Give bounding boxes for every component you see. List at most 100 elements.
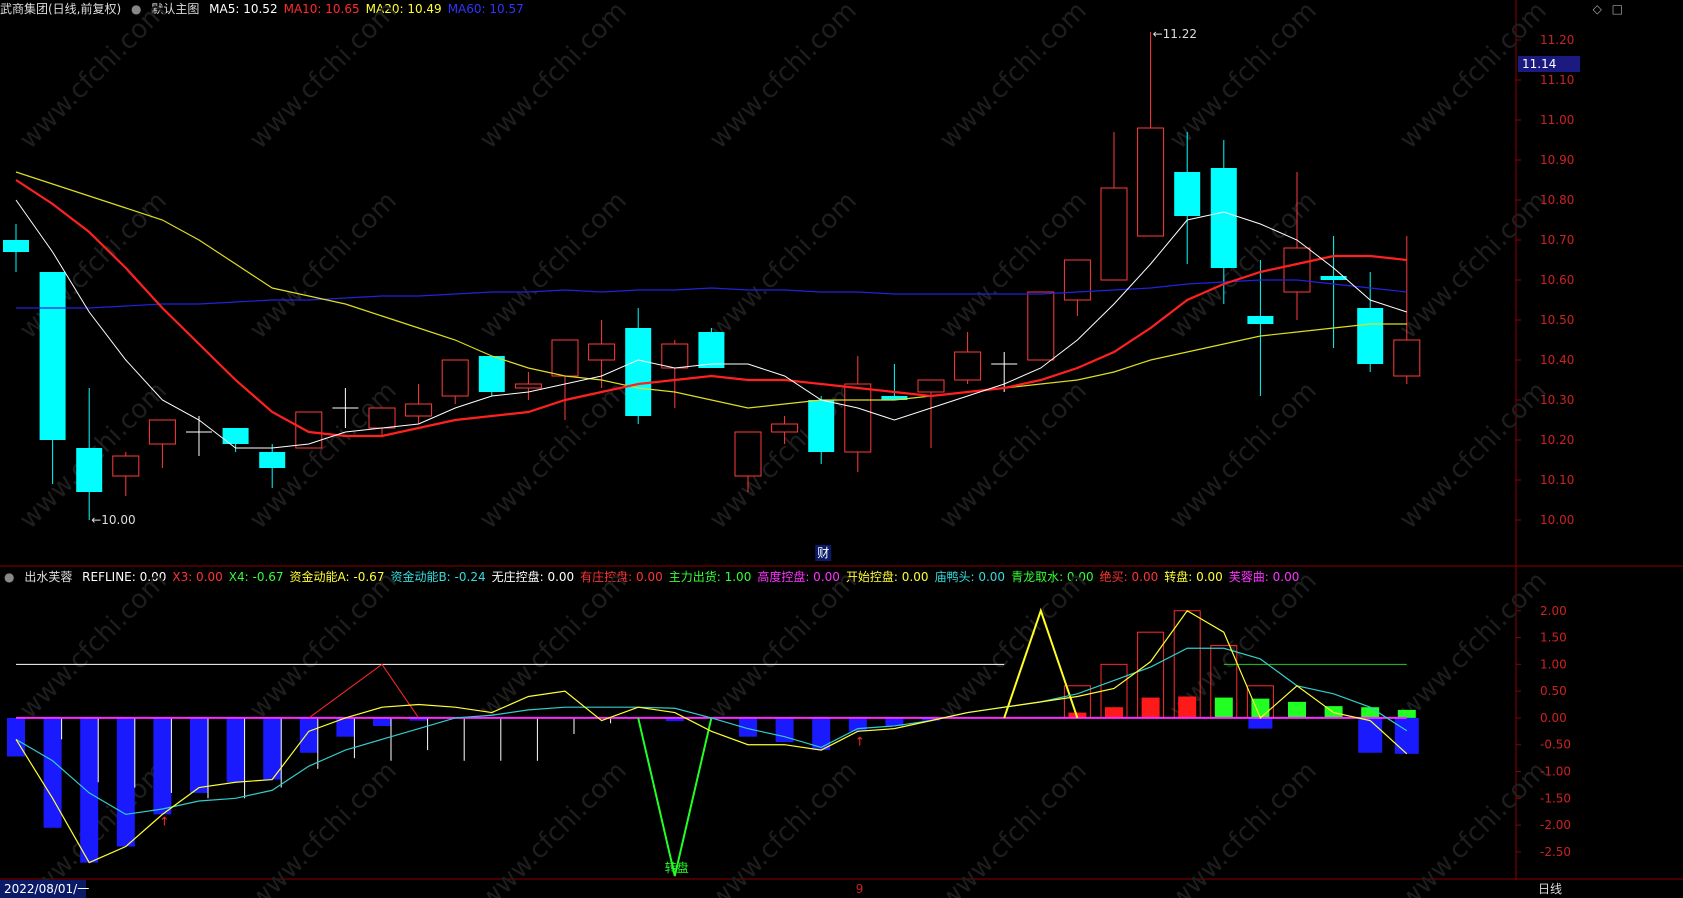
candle-body: [39, 272, 66, 440]
candle-body: [1063, 259, 1091, 301]
candle-body: [368, 407, 396, 429]
watermark-text: www.cfchi.com: [14, 566, 173, 725]
indicator-bar: [1361, 707, 1380, 718]
candle-body: [295, 411, 323, 449]
indicator-tick-label: -1.50: [1540, 791, 1571, 805]
indicator-bar: [1248, 717, 1273, 729]
indicator-bar: [7, 717, 25, 757]
candle-body: [148, 419, 176, 445]
candle-body: [844, 383, 872, 453]
watermark-text: www.cfchi.com: [1394, 756, 1553, 898]
price-tick-label: 10.30: [1540, 393, 1574, 407]
indicator-bar: [1141, 697, 1160, 718]
candle-body: [771, 423, 799, 433]
candle-body: [551, 339, 579, 377]
indicator-tick-label: 0.50: [1540, 684, 1567, 698]
candle-body: [514, 383, 542, 389]
indicator-bar: [43, 717, 62, 828]
watermark-text: www.cfchi.com: [244, 186, 403, 345]
candle-body: [112, 455, 140, 477]
watermark-text: www.cfchi.com: [704, 756, 863, 898]
indicator-bar: [116, 717, 135, 847]
indicator-tick-label: 0.00: [1540, 711, 1567, 725]
watermark-text: www.cfchi.com: [1394, 0, 1553, 155]
indicator-bar: [190, 717, 208, 793]
watermark-text: www.cfchi.com: [1164, 756, 1323, 898]
watermark-text: www.cfchi.com: [474, 756, 633, 898]
buy-arrow: ↑: [855, 734, 865, 748]
low-annotation: ←10.00: [91, 513, 135, 527]
indicator-bar: [1358, 717, 1383, 753]
indicator-bar: [1251, 698, 1270, 718]
watermark-text: www.cfchi.com: [474, 566, 633, 725]
price-tick-label: 10.50: [1540, 313, 1574, 327]
indicator-bar: [373, 717, 391, 726]
buy-arrow: ↑: [159, 815, 169, 829]
footer-mid-label: 9: [856, 882, 864, 896]
candle-body: [625, 328, 652, 416]
indicator-tick-label: 1.00: [1540, 657, 1567, 671]
price-tick-label: 10.60: [1540, 273, 1574, 287]
green-spike: [637, 717, 713, 877]
watermark-text: www.cfchi.com: [14, 0, 173, 155]
candle-body: [1247, 316, 1274, 324]
fin-tag: 财: [817, 546, 829, 560]
watermark-text: www.cfchi.com: [934, 0, 1093, 155]
watermark-text: www.cfchi.com: [474, 186, 633, 345]
candle-body: [405, 403, 433, 417]
indicator-bar: [1178, 696, 1197, 718]
indicator-bar: [1397, 709, 1416, 718]
price-tick-label: 10.10: [1540, 473, 1574, 487]
indicator-bar: [299, 717, 318, 753]
candle-body: [1393, 339, 1421, 377]
current-price-label: 11.14: [1522, 57, 1556, 71]
high-annotation: ←11.22: [1153, 27, 1197, 41]
candle-body: [3, 240, 29, 252]
candle-body: [1283, 247, 1311, 293]
watermark-text: www.cfchi.com: [704, 0, 863, 155]
indicator-tick-label: -2.00: [1540, 818, 1571, 832]
watermark-text: www.cfchi.com: [1164, 0, 1323, 155]
stock-chart[interactable]: www.cfchi.com www.cfchi.com www.cfchi.com w…: [0, 0, 1683, 898]
candle-body: [259, 452, 286, 468]
red-spike: [308, 663, 420, 719]
price-tick-label: 11.10: [1540, 73, 1574, 87]
indicator-bar: [153, 717, 172, 815]
date-label: 2022/08/01/一: [4, 882, 89, 896]
watermark-text: www.cfchi.com: [244, 0, 403, 155]
candle-body: [478, 356, 505, 392]
candle-body: [698, 332, 725, 368]
candle-body: [808, 400, 835, 452]
indicator-tick-label: 2.00: [1540, 604, 1567, 618]
price-tick-label: 10.20: [1540, 433, 1574, 447]
indicator-bar: [1394, 717, 1419, 754]
candle-body: [954, 351, 982, 381]
price-tick-label: 11.00: [1540, 113, 1574, 127]
indicator-tick-label: -2.50: [1540, 845, 1571, 859]
indicator-tick-label: 1.50: [1540, 631, 1567, 645]
watermark-text: www.cfchi.com: [14, 186, 173, 345]
indicator-tick-label: -0.50: [1540, 738, 1571, 752]
price-tick-label: 10.40: [1540, 353, 1574, 367]
indicator-tick-label: -1.00: [1540, 765, 1571, 779]
indicator-bar: [226, 717, 245, 783]
candle-body: [76, 448, 103, 492]
candle-body: [1357, 308, 1384, 364]
candle-body: [661, 343, 689, 369]
candle-body: [1100, 187, 1128, 281]
candle-body: [441, 359, 469, 397]
candle-body: [1027, 291, 1055, 361]
candle-body: [734, 431, 762, 477]
watermark-text: www.cfchi.com: [934, 566, 1093, 725]
candle-body: [1210, 168, 1237, 268]
watermark-text: www.cfchi.com: [704, 566, 863, 725]
candle-body: [1174, 172, 1201, 216]
indicator-bar: [1214, 697, 1233, 718]
price-tick-label: 11.20: [1540, 33, 1574, 47]
candle-body: [588, 343, 616, 361]
watermark-text: www.cfchi.com: [474, 0, 633, 155]
indicator-bar: [80, 717, 99, 863]
price-tick-label: 10.70: [1540, 233, 1574, 247]
period-label: 日线: [1538, 882, 1562, 896]
watermark-text: www.cfchi.com: [474, 376, 633, 535]
